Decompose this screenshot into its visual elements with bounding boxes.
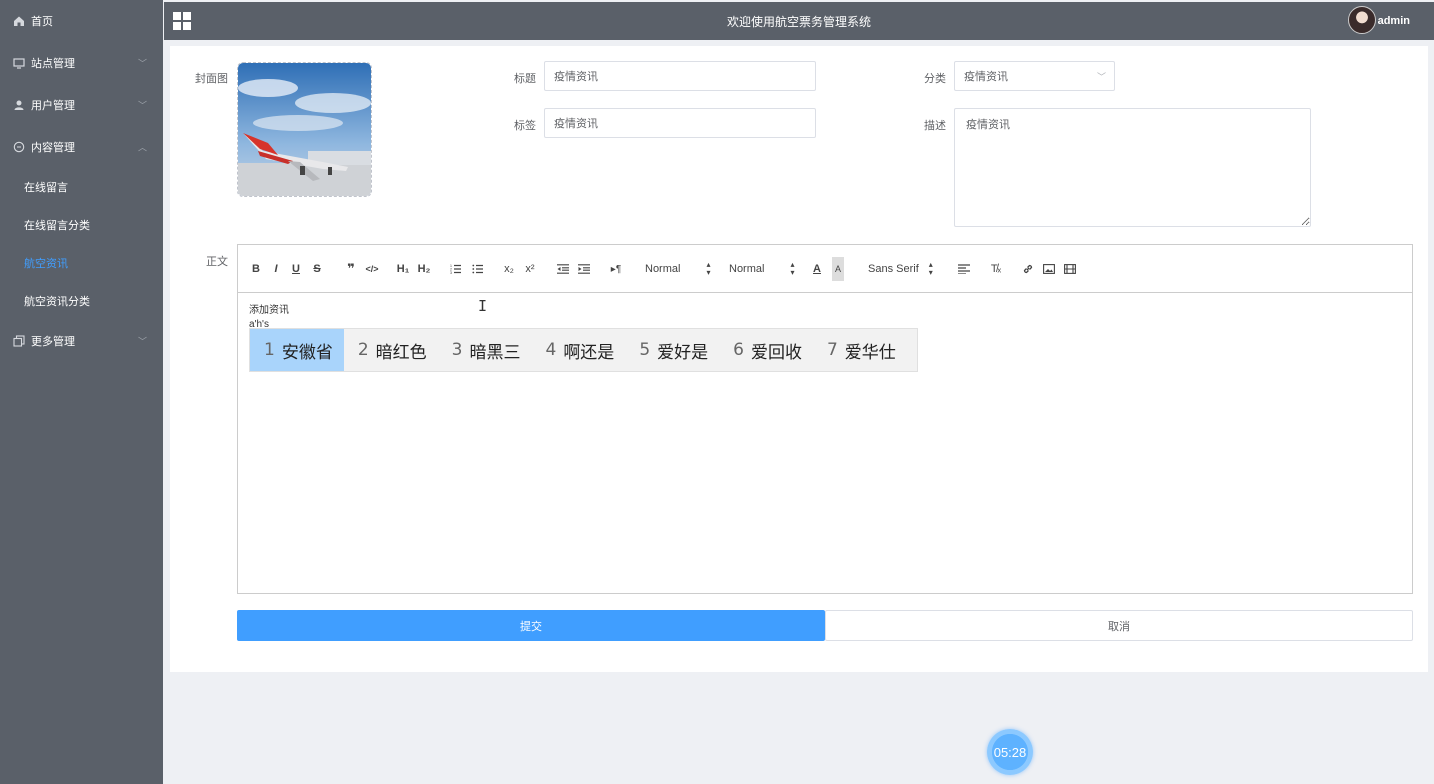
ime-candidate[interactable]: 7 爱华仕 xyxy=(813,329,907,371)
ime-candidate-text: 暗红色 xyxy=(375,342,427,363)
font-picker[interactable]: Sans Serif ▴ ▾ xyxy=(868,257,933,281)
ime-candidate-text: 安徽省 xyxy=(281,342,333,363)
ime-candidate-bar: 1 安徽省 2 暗红色 3 暗黑三 4 啊还是 5 爱好是 6 爱回收 7 爱华仕 xyxy=(249,328,918,372)
blockquote-button[interactable]: ❞ xyxy=(344,257,358,281)
code-block-button[interactable]: </> xyxy=(364,257,380,281)
header-picker-value: Normal xyxy=(645,263,681,275)
updown-caret-icon: ▴ ▾ xyxy=(706,260,711,277)
sidebar-item-label: 首页 xyxy=(31,16,53,28)
sidebar-subitem-message-categories[interactable]: 在线留言分类 xyxy=(0,206,163,244)
text-direction-icon[interactable]: ▸¶ xyxy=(608,257,624,281)
tag-input[interactable] xyxy=(544,108,816,138)
chevron-down-icon: ﹀ xyxy=(137,58,147,69)
text-color-icon[interactable]: A xyxy=(811,257,823,281)
sidebar-item-more[interactable]: 更多管理 ﹀ xyxy=(0,320,163,362)
italic-button[interactable]: I xyxy=(270,257,282,281)
ime-candidate[interactable]: 1 安徽省 xyxy=(250,329,344,371)
clean-format-icon[interactable]: T̸ₓ xyxy=(989,257,1003,281)
avatar[interactable] xyxy=(1348,6,1376,34)
ime-candidate-text: 爱华仕 xyxy=(844,342,896,363)
outdent-icon[interactable] xyxy=(556,257,570,281)
header2-button[interactable]: H₂ xyxy=(416,257,432,281)
description-textarea[interactable] xyxy=(954,108,1311,227)
title-label: 标题 xyxy=(514,73,536,85)
background-color-icon[interactable]: A xyxy=(832,257,844,281)
ime-candidate[interactable]: 2 暗红色 xyxy=(344,329,438,371)
user-icon xyxy=(12,98,26,112)
chevron-down-icon: ﹀ xyxy=(137,336,147,347)
subscript-button[interactable]: x₂ xyxy=(502,257,516,281)
video-icon[interactable] xyxy=(1063,257,1077,281)
ime-candidate-text: 爱回收 xyxy=(750,342,802,363)
size-picker[interactable]: Normal ▴ ▾ xyxy=(729,257,794,281)
sidebar-item-content[interactable]: 内容管理 ︿ xyxy=(0,126,163,168)
title-input[interactable] xyxy=(544,61,816,91)
sidebar-item-label: 更多管理 xyxy=(31,336,75,348)
text-cursor-icon: I xyxy=(478,297,488,315)
updown-caret-icon: ▴ ▾ xyxy=(928,260,933,277)
bullet-list-icon[interactable] xyxy=(471,257,485,281)
recording-timer[interactable]: 05:28 xyxy=(987,729,1033,775)
editor-line: 添加资讯 xyxy=(249,305,289,316)
ime-candidate-text: 暗黑三 xyxy=(469,342,521,363)
font-picker-value: Sans Serif xyxy=(868,263,919,275)
image-icon[interactable] xyxy=(1042,257,1056,281)
chevron-up-icon: ︿ xyxy=(137,142,147,153)
chat-icon xyxy=(12,140,26,154)
updown-caret-icon: ▴ ▾ xyxy=(790,260,795,277)
cover-image xyxy=(238,63,371,196)
category-label: 分类 xyxy=(924,73,946,85)
tag-label: 标签 xyxy=(514,120,536,132)
header1-button[interactable]: H₁ xyxy=(395,257,411,281)
ordered-list-icon[interactable]: 123 xyxy=(449,257,463,281)
category-select[interactable]: 疫情资讯 ﹀ xyxy=(954,61,1115,91)
strike-button[interactable]: S xyxy=(311,257,323,281)
header-picker[interactable]: Normal ▴ ▾ xyxy=(645,257,710,281)
header: 欢迎使用航空票务管理系统 admin xyxy=(164,2,1434,40)
copy-icon xyxy=(12,334,26,348)
sidebar-item-site[interactable]: 站点管理 ﹀ xyxy=(0,42,163,84)
body-label: 正文 xyxy=(206,256,228,268)
sidebar-item-users[interactable]: 用户管理 ﹀ xyxy=(0,84,163,126)
underline-button[interactable]: U xyxy=(290,257,302,281)
align-left-icon[interactable] xyxy=(957,257,971,281)
sidebar-item-home[interactable]: 首页 xyxy=(0,0,163,42)
cover-label: 封面图 xyxy=(195,73,228,85)
sidebar-item-label: 用户管理 xyxy=(31,100,75,112)
description-label: 描述 xyxy=(924,120,946,132)
sidebar: 首页 站点管理 ﹀ 用户管理 ﹀ 内容管理 ︿ 在线留言 在线留言分类 航空资讯… xyxy=(0,0,163,784)
sidebar-item-label: 内容管理 xyxy=(31,142,75,154)
ime-candidate[interactable]: 4 啊还是 xyxy=(531,329,625,371)
user-name[interactable]: admin xyxy=(1378,15,1410,27)
ime-candidate[interactable]: 5 爱好是 xyxy=(625,329,719,371)
sidebar-subitem-messages[interactable]: 在线留言 xyxy=(0,168,163,206)
monitor-icon xyxy=(12,56,26,70)
chevron-down-icon: ﹀ xyxy=(137,100,147,111)
submit-button[interactable]: 提交 xyxy=(237,610,825,641)
sidebar-subitem-news[interactable]: 航空资讯 xyxy=(0,244,163,282)
size-picker-value: Normal xyxy=(729,263,765,275)
home-icon xyxy=(12,14,26,28)
indent-icon[interactable] xyxy=(577,257,591,281)
rich-text-editor: B I U S ❞ </> H₁ H₂ 123 x₂ x² ▸¶ Normal … xyxy=(237,244,1413,594)
category-select-value: 疫情资讯 xyxy=(964,71,1008,83)
editor-toolbar: B I U S ❞ </> H₁ H₂ 123 x₂ x² ▸¶ Normal … xyxy=(238,245,1412,293)
ime-candidate-text: 爱好是 xyxy=(657,342,709,363)
bold-button[interactable]: B xyxy=(250,257,262,281)
ime-candidate[interactable]: 3 暗黑三 xyxy=(438,329,532,371)
sidebar-item-label: 站点管理 xyxy=(31,58,75,70)
link-icon[interactable] xyxy=(1021,257,1035,281)
ime-candidate-text: 啊还是 xyxy=(563,342,615,363)
chevron-down-icon: ﹀ xyxy=(1096,72,1106,82)
cancel-button[interactable]: 取消 xyxy=(825,610,1413,641)
app-title: 欢迎使用航空票务管理系统 xyxy=(726,15,871,29)
cover-image-upload[interactable] xyxy=(237,62,372,197)
svg-text:3: 3 xyxy=(450,271,452,274)
superscript-button[interactable]: x² xyxy=(523,257,537,281)
ime-candidate[interactable]: 6 爱回收 xyxy=(719,329,813,371)
sidebar-subitem-news-categories[interactable]: 航空资讯分类 xyxy=(0,282,163,320)
